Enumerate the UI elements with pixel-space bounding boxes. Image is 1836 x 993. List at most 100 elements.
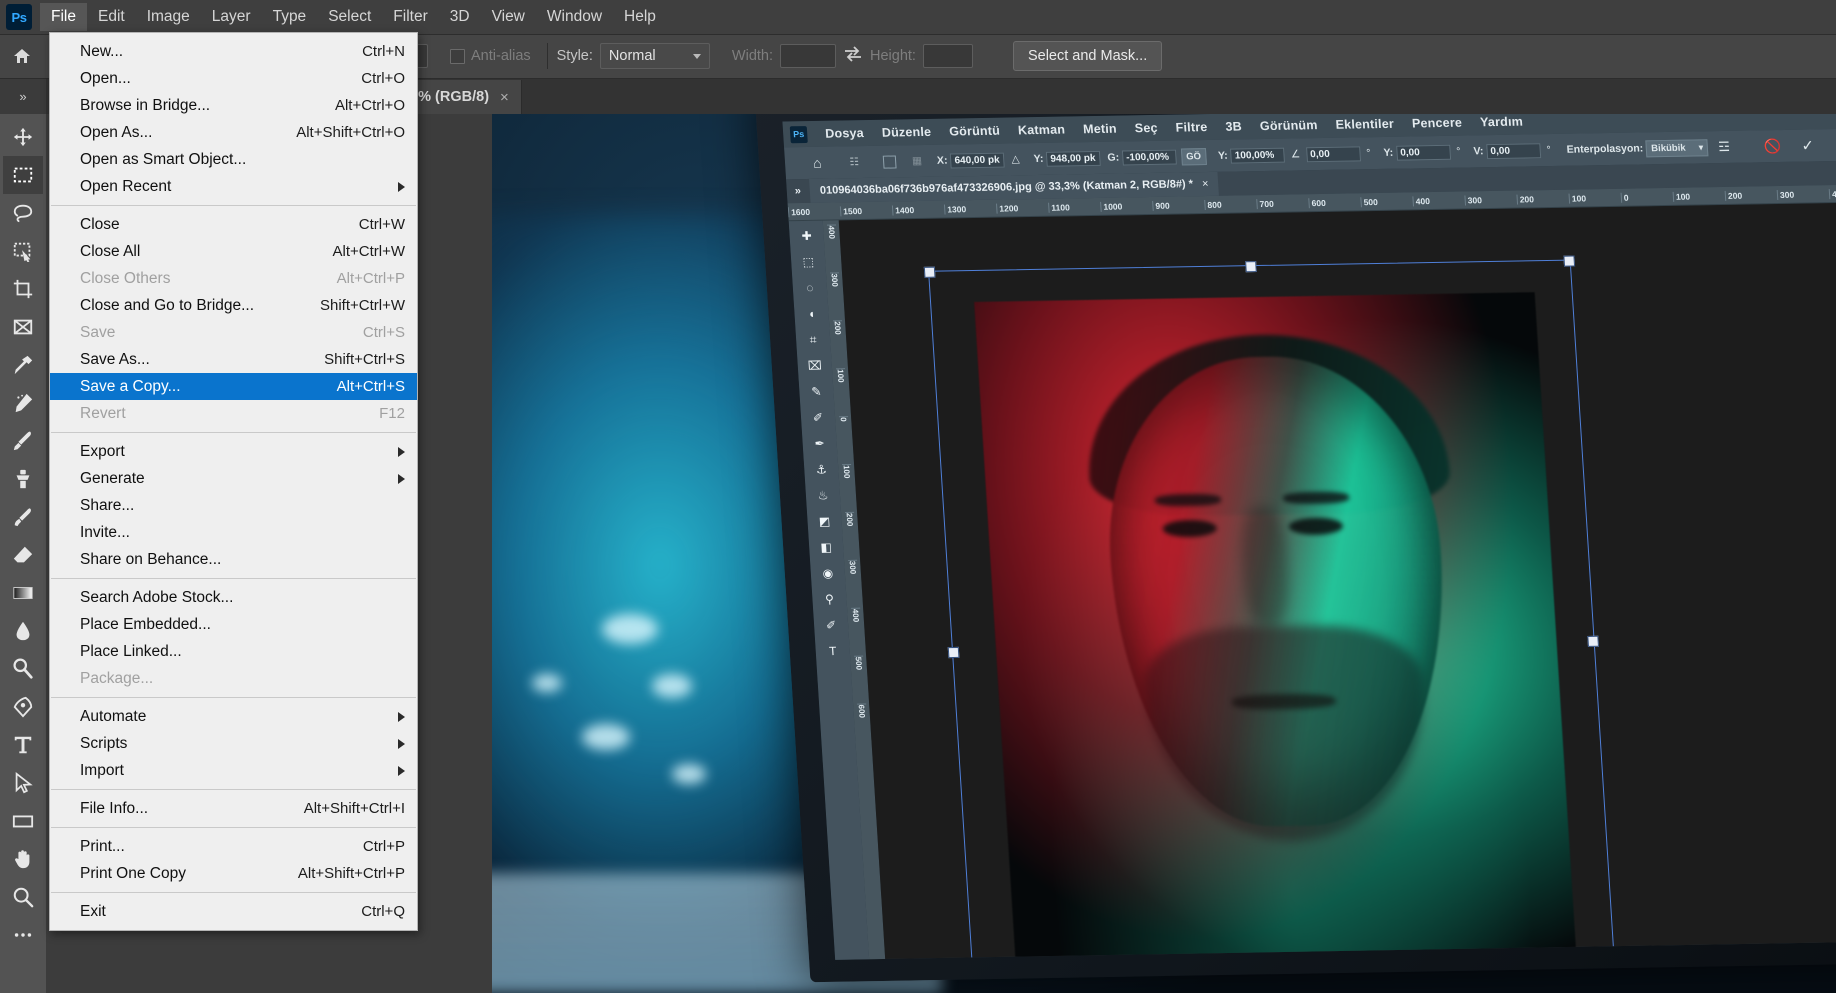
menu-item-close[interactable]: Close Ctrl+W [50, 211, 417, 238]
menu-item-share[interactable]: Share... [50, 492, 417, 519]
inner-healing-brush-tool[interactable]: ✐ [802, 404, 834, 430]
menu-type[interactable]: Type [262, 3, 318, 31]
menu-item-save-as[interactable]: Save As... Shift+Ctrl+S [50, 346, 417, 373]
menu-help[interactable]: Help [613, 3, 667, 31]
inner-type-tool[interactable]: T [817, 638, 849, 664]
inner-menu-seç[interactable]: Seç [1125, 121, 1167, 136]
inner-x-input[interactable]: 640,00 pk [950, 152, 1006, 168]
inner-quick-selection-tool[interactable]: ◖ [796, 301, 828, 327]
inner-expand-panels-icon[interactable]: » [794, 185, 801, 197]
inner-move-tool[interactable]: ✚ [791, 223, 823, 249]
close-icon[interactable]: × [1202, 178, 1209, 190]
eyedropper-tool[interactable] [3, 346, 43, 384]
menu-file[interactable]: File [40, 3, 87, 31]
reference-point-icon[interactable]: ☷ [849, 156, 859, 168]
transform-handle-top-right[interactable] [1563, 255, 1576, 267]
expand-panels-button[interactable]: » [0, 78, 46, 114]
menu-item-print-one-copy[interactable]: Print One Copy Alt+Shift+Ctrl+P [50, 860, 417, 887]
inner-w-input[interactable]: -100,00% [1121, 149, 1177, 165]
menu-item-file-info[interactable]: File Info... Alt+Shift+Ctrl+I [50, 795, 417, 822]
dodge-tool[interactable] [3, 650, 43, 688]
blur-tool[interactable] [3, 612, 43, 650]
home-button[interactable] [0, 46, 44, 66]
inner-eraser-tool[interactable]: ◩ [809, 508, 841, 534]
inner-history-brush-tool[interactable]: ♨ [807, 482, 839, 508]
menu-view[interactable]: View [481, 3, 536, 31]
history-brush-tool[interactable] [3, 498, 43, 536]
checkmark-icon[interactable]: ✓ [1801, 136, 1815, 154]
inner-menu-dosya[interactable]: Dosya [816, 126, 873, 141]
transform-handle-top-left[interactable] [923, 266, 936, 278]
pen-tool[interactable] [3, 688, 43, 726]
zoom-tool[interactable] [3, 878, 43, 916]
menu-item-open[interactable]: Open... Ctrl+O [50, 65, 417, 92]
transform-selection-box[interactable] [923, 255, 1619, 960]
anti-alias-checkbox-box[interactable] [450, 48, 465, 64]
horizontal-type-tool[interactable] [3, 726, 43, 764]
inner-frame-tool[interactable]: ⌧ [799, 352, 831, 378]
menu-item-export[interactable]: Export [50, 438, 417, 465]
interpolation-select[interactable]: Bikübik ▾ [1645, 138, 1709, 157]
spot-healing-brush-tool[interactable] [3, 384, 43, 422]
height-input[interactable] [922, 44, 973, 68]
menu-item-print[interactable]: Print... Ctrl+P [50, 833, 417, 860]
menu-3d[interactable]: 3D [439, 3, 481, 31]
inner-menu-filtre[interactable]: Filtre [1166, 120, 1217, 135]
lasso-tool[interactable] [3, 194, 43, 232]
transform-handle-middle-right[interactable] [1587, 635, 1600, 647]
menu-item-place-linked[interactable]: Place Linked... [50, 638, 417, 665]
transform-handle-top-center[interactable] [1245, 261, 1257, 273]
hand-tool[interactable] [3, 840, 43, 878]
object-selection-tool[interactable] [3, 232, 43, 270]
transform-handle-middle-left[interactable] [947, 646, 960, 659]
menu-item-browse-in-bridge[interactable]: Browse in Bridge... Alt+Ctrl+O [50, 92, 417, 119]
inner-square-icon[interactable] [882, 154, 897, 169]
link-aspect-button[interactable]: GÖ [1180, 147, 1207, 165]
gradient-tool[interactable] [3, 574, 43, 612]
inner-menu-pencere[interactable]: Pencere [1403, 115, 1472, 131]
inner-skewv-input[interactable]: 0,00 [1485, 142, 1541, 159]
brush-tool[interactable] [3, 422, 43, 460]
inner-eyedropper-tool[interactable]: ✎ [801, 378, 833, 404]
menu-edit[interactable]: Edit [87, 3, 136, 31]
menu-item-generate[interactable]: Generate [50, 465, 417, 492]
menu-item-scripts[interactable]: Scripts [50, 730, 417, 757]
edit-toolbar-tool[interactable] [3, 916, 43, 954]
home-icon[interactable]: ⌂ [813, 155, 822, 171]
warp-icon[interactable]: ☲ [1718, 139, 1731, 155]
menu-item-place-embedded[interactable]: Place Embedded... [50, 611, 417, 638]
menu-item-automate[interactable]: Automate [50, 703, 417, 730]
menu-image[interactable]: Image [136, 3, 201, 31]
inner-clone-stamp-tool[interactable]: ⚓ [806, 456, 838, 482]
inner-document-canvas[interactable] [838, 202, 1836, 960]
menu-layer[interactable]: Layer [201, 3, 262, 31]
menu-item-new[interactable]: New... Ctrl+N [50, 38, 417, 65]
path-selection-tool[interactable] [3, 764, 43, 802]
rectangle-tool[interactable] [3, 802, 43, 840]
select-and-mask-button[interactable]: Select and Mask... [1012, 41, 1163, 71]
inner-paint-bucket-tool[interactable]: ◧ [810, 534, 842, 560]
inner-menu-katman[interactable]: Katman [1009, 122, 1075, 138]
menu-item-open-recent[interactable]: Open Recent [50, 173, 417, 200]
crop-tool[interactable] [3, 270, 43, 308]
menu-item-invite[interactable]: Invite... [50, 519, 417, 546]
inner-menu-yardım[interactable]: Yardım [1471, 114, 1533, 130]
inner-rectangular-marquee-tool[interactable]: ⬚ [792, 249, 824, 275]
inner-h-input[interactable]: 100,00% [1230, 147, 1286, 164]
inner-menu-düzenle[interactable]: Düzenle [872, 125, 940, 140]
menu-filter[interactable]: Filter [382, 3, 438, 31]
width-input[interactable] [780, 44, 836, 68]
menu-window[interactable]: Window [536, 3, 613, 31]
cancel-icon[interactable]: 🚫 [1763, 138, 1782, 155]
inner-menu-3b[interactable]: 3B [1216, 119, 1251, 134]
inner-y-input[interactable]: 948,00 pk [1045, 150, 1101, 167]
inner-angle-input[interactable]: 0,00 [1305, 145, 1361, 162]
inner-menu-eklentiler[interactable]: Eklentiler [1326, 117, 1403, 132]
menu-item-close-and-go-to-bridge[interactable]: Close and Go to Bridge... Shift+Ctrl+W [50, 292, 417, 319]
anti-alias-checkbox[interactable]: Anti-alias [450, 48, 538, 64]
menu-item-save-a-copy[interactable]: Save a Copy... Alt+Ctrl+S [50, 373, 417, 400]
rectangular-marquee-tool[interactable] [3, 156, 43, 194]
menu-item-close-all[interactable]: Close All Alt+Ctrl+W [50, 238, 417, 265]
clone-stamp-tool[interactable] [3, 460, 43, 498]
inner-lasso-tool[interactable]: ◌ [794, 275, 826, 301]
